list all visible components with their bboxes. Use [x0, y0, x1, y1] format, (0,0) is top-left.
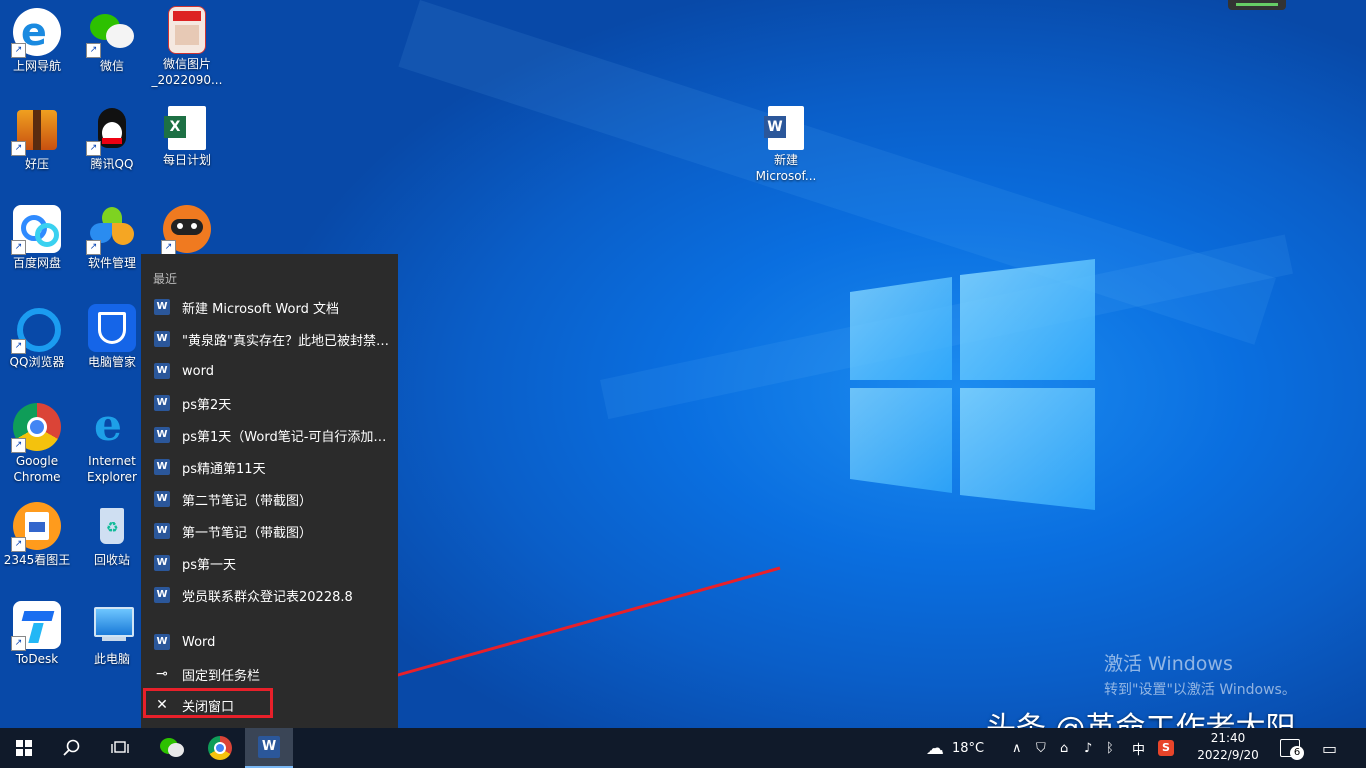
search-button[interactable] — [48, 728, 96, 768]
weather-cloud-icon: ☁ — [926, 737, 944, 759]
task-view-button[interactable] — [96, 728, 144, 768]
jump-list-recent-label: word — [182, 363, 214, 379]
notification-count: 6 — [1290, 746, 1304, 760]
chrome-icon — [208, 736, 232, 760]
chat-bubble-icon: ▭ — [1322, 738, 1338, 758]
jump-list-recent-label: ps第1天（Word笔记-可自行添加内容... — [182, 429, 394, 445]
close-window-highlight-box — [143, 688, 273, 718]
ime-mode-label: 中 — [1132, 742, 1146, 758]
weather-widget[interactable]: ☁ 18°C — [926, 728, 984, 768]
start-button[interactable] — [0, 728, 48, 768]
tray-security-icon[interactable]: ⛉ — [1036, 728, 1046, 768]
tray-overflow-button[interactable]: ∧ — [1012, 728, 1022, 768]
notification-center-button[interactable]: 6 — [1280, 728, 1304, 768]
jump-list-recent-item[interactable]: W 党员联系群众登记表20228.8 — [141, 579, 398, 611]
shield-icon: ⛉ — [1036, 740, 1046, 756]
jump-list-recent-label: 第二节笔记（带截图） — [182, 493, 313, 509]
jump-list-recent-label: ps第2天 — [182, 397, 232, 413]
word-doc-icon: W — [154, 555, 170, 571]
sogou-input-icon: S — [1158, 740, 1174, 756]
taskbar-word-active[interactable]: W — [245, 728, 293, 768]
word-doc-icon: W — [154, 491, 170, 507]
jump-list-recent-item[interactable]: W "黄泉路"真实存在？此地已被封禁，专... — [141, 323, 398, 355]
search-icon — [63, 739, 80, 756]
jump-list-recent-item[interactable]: Wps第2天 — [141, 387, 398, 419]
word-icon: W — [154, 634, 170, 650]
jump-list-recent-label: 新建 Microsoft Word 文档 — [182, 301, 339, 317]
jump-list-recent-label: 第一节笔记（带截图） — [182, 525, 313, 541]
clock[interactable]: 21:40 2022/9/20 — [1196, 730, 1260, 766]
windows-start-icon — [16, 740, 32, 756]
bluetooth-icon: ᛒ — [1106, 740, 1114, 756]
word-icon: W — [258, 736, 280, 758]
word-doc-icon: W — [154, 587, 170, 603]
speaker-icon: ♪ — [1084, 740, 1093, 756]
jump-list-recent-label: ps第一天 — [182, 557, 237, 573]
taskbar-chrome[interactable] — [196, 728, 244, 768]
word-jump-list: 最近 W 新建 Microsoft Word 文档 W "黄泉路"真实存在？此地已被封… — [141, 254, 398, 728]
tray-sogou-icon[interactable]: S — [1158, 728, 1174, 768]
tray-volume-icon[interactable]: ♪ — [1084, 728, 1092, 768]
jump-list-section-recent: 最近 — [153, 272, 178, 286]
word-doc-icon: W — [154, 395, 170, 411]
weather-temperature: 18°C — [952, 740, 985, 756]
network-icon: ⌂ — [1060, 740, 1069, 756]
clock-time: 21:40 — [1210, 731, 1246, 745]
jump-list-pin-label: 固定到任务栏 — [182, 668, 261, 684]
clock-date: 2022/9/20 — [1197, 748, 1259, 762]
task-view-icon — [111, 741, 129, 753]
jump-list-recent-item[interactable]: Wps第一天 — [141, 547, 398, 579]
jump-list-recent-item[interactable]: Wps第1天（Word笔记-可自行添加内容... — [141, 419, 398, 451]
jump-list-pin-to-taskbar[interactable]: ⊸ 固定到任务栏 — [141, 658, 398, 690]
taskbar: W ☁ 18°C ∧ ⛉ ⌂ ♪ ᛒ 中 S 21:40 2022/9/20 6… — [0, 728, 1366, 768]
jump-list-recent-item[interactable]: W 第二节笔记（带截图） — [141, 483, 398, 515]
word-doc-icon: W — [154, 427, 170, 443]
jump-list-app-label: Word — [182, 634, 216, 650]
word-doc-icon: W — [154, 299, 170, 315]
wechat-icon — [160, 738, 184, 757]
jump-list-recent-label: 党员联系群众登记表20228.8 — [182, 589, 353, 605]
jump-list-recent-item[interactable]: W 第一节笔记（带截图） — [141, 515, 398, 547]
tray-network-icon[interactable]: ⌂ — [1060, 728, 1068, 768]
pin-icon: ⊸ — [156, 666, 168, 682]
jump-list-recent-item[interactable]: Wps精通第11天 — [141, 451, 398, 483]
word-doc-icon: W — [154, 331, 170, 347]
jump-list-app-word[interactable]: W Word — [141, 626, 398, 658]
jump-list-recent-label: "黄泉路"真实存在？此地已被封禁，专... — [182, 333, 394, 349]
jump-list-recent-item[interactable]: W 新建 Microsoft Word 文档 — [141, 291, 398, 323]
word-doc-icon: W — [154, 523, 170, 539]
jump-list-recent-label: ps精通第11天 — [182, 461, 266, 477]
show-desktop-area[interactable]: ▭ — [1322, 728, 1337, 768]
tray-bluetooth-icon[interactable]: ᛒ — [1106, 728, 1114, 768]
word-doc-icon: W — [154, 363, 170, 379]
taskbar-wechat[interactable] — [148, 728, 196, 768]
ime-indicator[interactable]: 中 — [1132, 728, 1145, 768]
jump-list-recent-item[interactable]: Wword — [141, 355, 398, 387]
word-doc-icon: W — [154, 459, 170, 475]
chevron-up-icon: ∧ — [1012, 740, 1022, 756]
